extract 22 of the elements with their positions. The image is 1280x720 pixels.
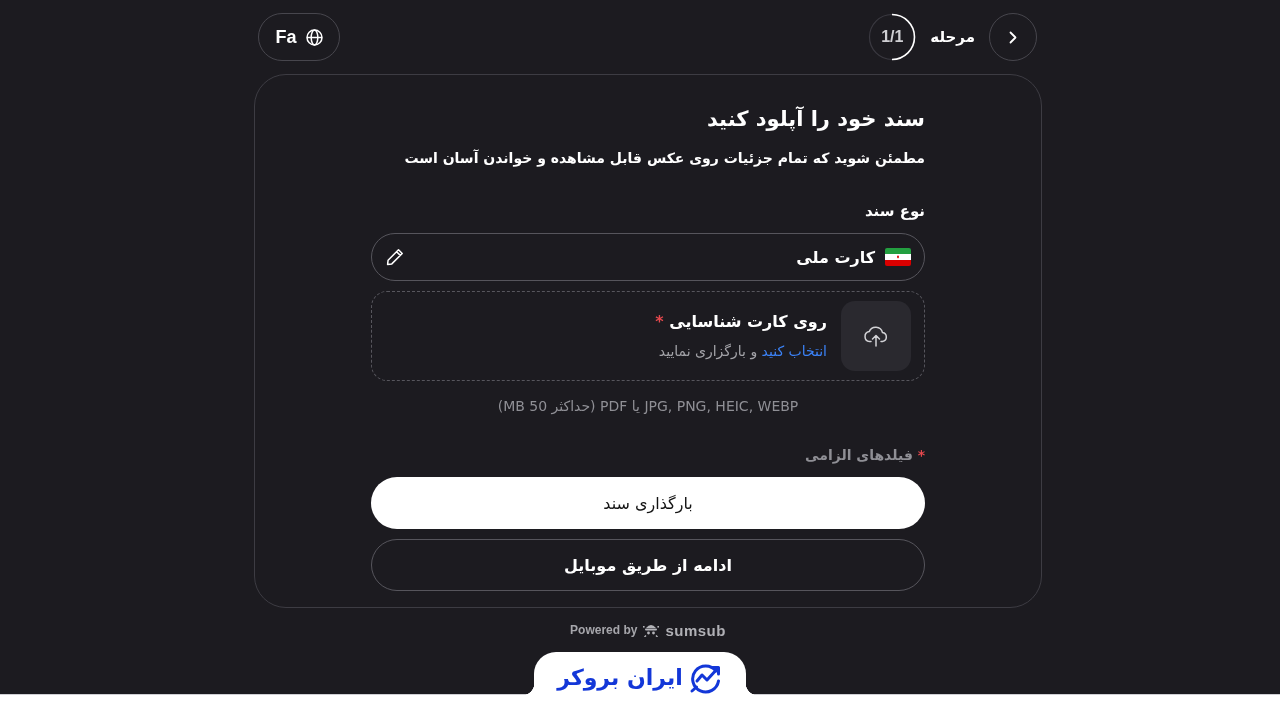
upload-dropzone[interactable]: روی کارت شناسایی * انتخاب کنید و بارگزاری نمایید xyxy=(371,291,925,381)
logo-text: ایران بروکر xyxy=(557,663,683,692)
file-formats-note: JPG, PNG, HEIC, WEBP یا PDF (حداکثر 50 MB) xyxy=(496,397,800,417)
upload-instructions: انتخاب کنید و بارگزاری نمایید xyxy=(658,341,827,362)
required-fields-note: * فیلدهای الزامی xyxy=(804,446,925,466)
page-subtitle: مطمئن شوید که تمام جزئیات روی عکس قابل مشاهده و خواندن آسان است xyxy=(403,148,925,169)
powered-by-text: Powered by xyxy=(570,623,638,637)
step-label: مرحله xyxy=(930,28,975,46)
flag-icon xyxy=(885,248,911,266)
chevron-right-icon xyxy=(1009,30,1017,44)
page-title: سند خود را آپلود کنید xyxy=(705,105,925,133)
cloud-upload-icon xyxy=(841,301,911,371)
upload-document-button[interactable]: بارگذاری سند xyxy=(371,477,925,529)
upload-title: روی کارت شناسایی * xyxy=(655,310,827,333)
select-file-link[interactable]: انتخاب کنید xyxy=(761,342,827,359)
globe-icon xyxy=(305,28,323,46)
step-counter: 1/1 xyxy=(881,28,904,46)
logo-icon xyxy=(642,623,661,637)
chart-arrow-icon xyxy=(688,661,723,694)
field-label: نوع سند xyxy=(863,201,925,222)
brand-name-text: sumsub xyxy=(665,621,726,639)
pencil-icon xyxy=(386,248,404,266)
